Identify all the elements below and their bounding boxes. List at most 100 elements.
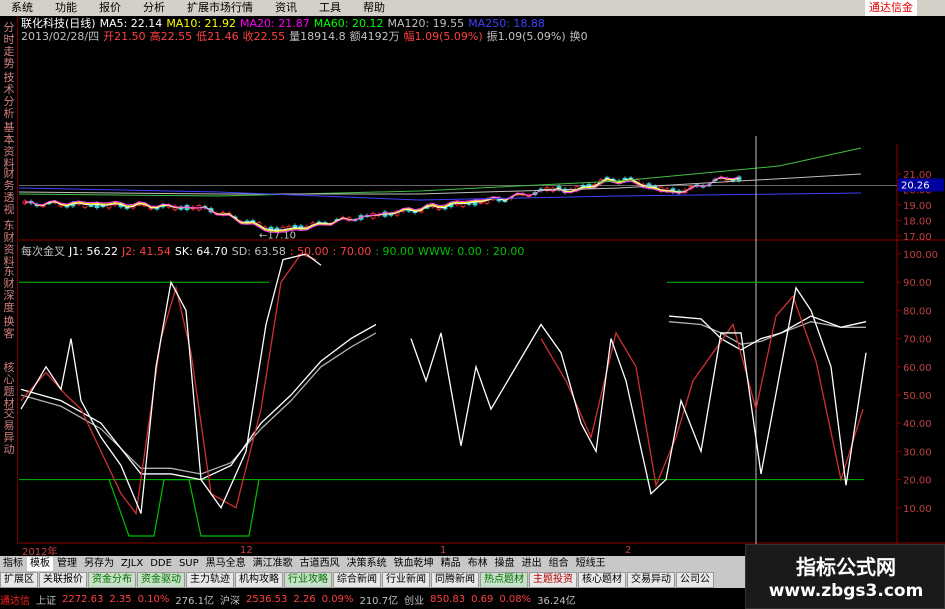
status-item: 276.1亿 [175, 595, 215, 607]
extension-tab[interactable]: 资金驱动 [137, 572, 185, 588]
extension-tab[interactable]: 综合新闻 [333, 572, 381, 588]
watermark: 指标公式网 www.zbgs3.com [745, 544, 945, 609]
indicator-tab[interactable]: 指标 [0, 557, 26, 571]
status-item: 0.69 [471, 593, 494, 605]
sk-line-right [668, 315, 867, 351]
watermark-title: 指标公式网 [796, 555, 896, 579]
mask-area [534, 16, 945, 144]
menu-item[interactable]: 帮助 [352, 0, 396, 16]
info-label: 2013/02/28/四 [21, 30, 100, 43]
indicator-tab[interactable]: 满江准歌 [250, 557, 296, 571]
indicator-tab[interactable]: 另存为 [81, 557, 117, 571]
indicator-tab[interactable]: 古道西风 [297, 557, 343, 571]
extension-tab[interactable]: 关联报价 [39, 572, 87, 588]
menu-item[interactable]: 分析 [132, 0, 176, 16]
extension-tab[interactable]: 扩展区 [0, 572, 38, 588]
indicator-tab[interactable]: 操盘 [492, 557, 518, 571]
status-item: 0.10% [137, 593, 170, 605]
j1-line-right [410, 286, 867, 495]
candle-body [100, 205, 106, 208]
indicator-tab[interactable]: 组合 [546, 557, 572, 571]
indicator-tab[interactable]: ZJLX [118, 557, 146, 571]
indicator-tab-row: 指标 模板 管理 另存为 ZJLX DDE SUP 黑马全息 满江准歌 古道西风 决策系统 铁血乾坤精… [0, 556, 745, 572]
menu-item[interactable]: 资讯 [264, 0, 308, 16]
status-item: 沪深 [220, 595, 241, 607]
extension-tab[interactable]: 热点题材 [480, 572, 528, 588]
ind-tick-label: 30.00 [903, 447, 932, 458]
ma60-line [19, 147, 862, 197]
indicator-tab[interactable]: 短线王 [573, 557, 609, 571]
price-tick-label: 18.00 [903, 217, 932, 228]
info-label: : 50.00 [289, 245, 329, 258]
left-tab[interactable]: 基本资料 [1, 122, 17, 170]
menu-item[interactable]: 工具 [308, 0, 352, 16]
chart-area: 21.0020.0019.0018.0017.0020.26←17.10100.… [19, 16, 945, 544]
indicator-tab[interactable]: 布林 [465, 557, 491, 571]
extension-tab[interactable]: 资金分布 [88, 572, 136, 588]
left-tab[interactable]: 核心题材 [1, 362, 17, 410]
ind-tick-label: 50.00 [903, 391, 932, 402]
indicator-tab[interactable]: 管理 [54, 557, 80, 571]
price-tick-label: 17.00 [903, 232, 932, 243]
left-tab[interactable]: 财务透视 [1, 168, 17, 216]
info-label: SD: 63.58 [231, 245, 286, 258]
info-label: 额4192万 [349, 30, 400, 43]
extension-tab[interactable]: 主力轨迹 [186, 572, 234, 588]
menu-item[interactable]: 功能 [44, 0, 88, 16]
time-axis-row: 2012年 12 1 2 [0, 544, 745, 556]
menu-item[interactable]: 报价 [88, 0, 132, 16]
status-item: 850.83 [430, 593, 466, 605]
indicator-tab[interactable]: 决策系统 [344, 557, 390, 571]
status-item: 2536.53 [246, 593, 288, 605]
extension-tab[interactable]: 行业新闻 [382, 572, 430, 588]
ind-tick-label: 20.00 [903, 476, 932, 487]
extension-tab[interactable]: 机构攻略 [235, 572, 283, 588]
quote-line: 2013/02/28/四 开21.50 高22.55 低21.46 收22.55 量189… [21, 30, 592, 43]
menu-item[interactable]: 系统 [0, 0, 44, 16]
ind-tick-label: 60.00 [903, 363, 932, 374]
menu-item[interactable]: 扩展市场行情 [176, 0, 264, 16]
indicator-tab[interactable]: 进出 [519, 557, 545, 571]
status-item: 36.24亿 [537, 595, 576, 607]
time-label: 1 [440, 544, 447, 556]
indicator-tab[interactable]: DDE [147, 557, 175, 571]
left-tab[interactable]: 东财深度 [1, 266, 17, 314]
extension-tab[interactable]: 主题投资 [529, 572, 577, 588]
ind-tick-label: 80.00 [903, 306, 932, 317]
extension-tab[interactable]: 行业攻略 [284, 572, 332, 588]
info-label: 低21.46 [196, 30, 239, 43]
status-item: 创业 [404, 595, 425, 607]
left-tab[interactable]: 交易异动 [1, 408, 17, 456]
left-tab[interactable]: 换客 [1, 316, 17, 340]
info-label: 高22.55 [149, 30, 193, 43]
indicator-line: 每次金叉 J1: 56.22 J2: 41.54 SK: 64.70 SD: 63.58… [21, 245, 528, 258]
extension-tab[interactable]: 核心题材 [578, 572, 626, 588]
status-item: 210.7亿 [359, 595, 399, 607]
extension-tab[interactable]: 公司公 [676, 572, 714, 588]
ind-tick-label: 100.00 [903, 250, 938, 261]
info-label: J2: 41.54 [121, 245, 171, 258]
indicator-tab[interactable]: SUP [176, 557, 202, 571]
indicator-tab[interactable]: 精品 [438, 557, 464, 571]
left-side-tabs: 分时走势技术分析基本资料 财务透视东财资料 东财深度换客核心题材 交易异动 [0, 16, 18, 544]
left-tab[interactable]: 分时走势 [1, 22, 17, 70]
chart-svg[interactable]: 21.0020.0019.0018.0017.0020.26←17.10100.… [19, 16, 945, 544]
extension-tab-row: 扩展区 关联报价 资金分布 资金驱动 主力轨迹 机构攻略 行业攻略 综合新闻 行业新闻 同腾新闻热… [0, 572, 745, 588]
ma-label: MA20: 21.87 [240, 17, 310, 30]
indicator-tab[interactable]: 铁血乾坤 [391, 557, 437, 571]
indicator-tab[interactable]: 模板 [27, 557, 53, 571]
extension-tab[interactable]: 同腾新闻 [431, 572, 479, 588]
ind-tick-label: 10.00 [903, 504, 932, 515]
time-label: 2012年 [22, 546, 58, 557]
ma-label: MA120: 19.55 [387, 17, 465, 30]
left-tab[interactable]: 技术分析 [1, 72, 17, 120]
left-tab[interactable]: 东财资料 [1, 220, 17, 268]
indicator-tab[interactable]: 黑马全息 [203, 557, 249, 571]
status-item: 2.35 [109, 593, 132, 605]
extension-tab[interactable]: 交易异动 [627, 572, 675, 588]
ma-label: MA10: 21.92 [166, 17, 237, 30]
info-label: SK: 64.70 [174, 245, 228, 258]
status-bar: 通达信 上证 2272.63 2.35 0.10% 276.1亿 沪深 2536.53 2.26… [0, 589, 745, 609]
time-label: 12 [240, 544, 253, 556]
current-price-label: 20.26 [901, 180, 930, 191]
